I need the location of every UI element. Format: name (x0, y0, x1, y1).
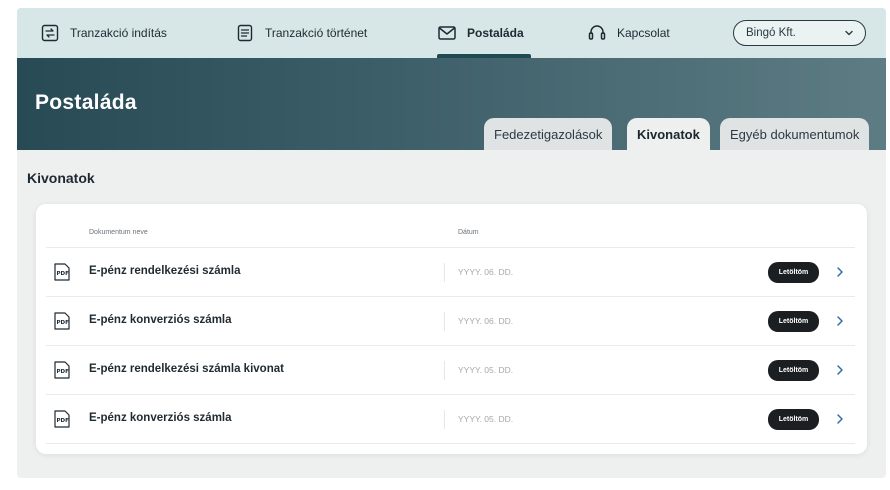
page-header: Postaláda Fedezetigazolások Kivonatok Eg… (17, 58, 886, 150)
chevron-right-icon[interactable] (835, 363, 845, 377)
tab-fedezetigazolasok[interactable]: Fedezetigazolások (484, 118, 613, 150)
table-row[interactable]: PDF E-pénz rendelkezési számla kivonat Y… (46, 345, 855, 394)
download-button[interactable]: Letöltöm (768, 409, 819, 430)
company-select[interactable]: Bingó Kft. (733, 20, 866, 46)
column-divider (444, 263, 445, 282)
svg-text:PDF: PDF (57, 369, 70, 375)
svg-text:PDF: PDF (57, 418, 70, 424)
download-button[interactable]: Letöltöm (768, 262, 819, 283)
nav-item-mailbox[interactable]: Postaláda (437, 8, 524, 58)
nav-item-transaction-history[interactable]: Tranzakció történet (235, 8, 367, 58)
pdf-icon: PDF (54, 263, 70, 281)
chevron-right-icon[interactable] (835, 314, 845, 328)
table-row[interactable]: PDF E-pénz konverziós számla YYYY. 06. D… (46, 296, 855, 345)
column-header-date: Dátum (458, 229, 479, 236)
table-row[interactable]: PDF E-pénz konverziós számla YYYY. 05. D… (46, 394, 855, 443)
pdf-icon: PDF (54, 361, 70, 379)
company-select-value: Bingó Kft. (746, 27, 796, 39)
nav-item-label: Postaláda (467, 26, 524, 40)
document-name: E-pénz rendelkezési számla kivonat (89, 363, 284, 375)
table-bottom-divider (46, 443, 855, 444)
tab-egyeb-dokumentumok[interactable]: Egyéb dokumentumok (720, 118, 870, 150)
chevron-right-icon[interactable] (835, 265, 845, 279)
document-date: YYYY. 06. DD. (458, 267, 514, 277)
document-name: E-pénz konverziós számla (89, 412, 232, 424)
pdf-icon: PDF (54, 410, 70, 428)
table-row[interactable]: PDF E-pénz rendelkezési számla YYYY. 06.… (46, 247, 855, 296)
document-name: E-pénz rendelkezési számla (89, 265, 241, 277)
document-list-icon (235, 23, 255, 43)
chevron-down-icon (843, 27, 855, 39)
transfer-icon (40, 23, 60, 43)
nav-item-label: Kapcsolat (617, 26, 670, 40)
column-divider (444, 361, 445, 380)
document-date: YYYY. 06. DD. (458, 316, 514, 326)
download-button[interactable]: Letöltöm (768, 360, 819, 381)
tab-kivonatok[interactable]: Kivonatok (627, 118, 710, 150)
document-date: YYYY. 05. DD. (458, 414, 514, 424)
page-title: Postaláda (35, 91, 137, 114)
chevron-right-icon[interactable] (835, 412, 845, 426)
nav-item-transaction-start[interactable]: Tranzakció indítás (40, 8, 167, 58)
top-navigation: Tranzakció indítás Tranzakció történet P… (17, 8, 886, 58)
nav-item-label: Tranzakció indítás (70, 26, 167, 40)
headset-icon (587, 23, 607, 43)
document-name: E-pénz konverziós számla (89, 314, 232, 326)
column-header-name: Dokumentum neve (89, 229, 148, 236)
pdf-icon: PDF (54, 312, 70, 330)
column-divider (444, 312, 445, 331)
nav-item-label: Tranzakció történet (265, 26, 368, 40)
envelope-icon (437, 23, 457, 43)
nav-item-contact[interactable]: Kapcsolat (587, 8, 670, 58)
column-divider (444, 410, 445, 429)
documents-card: Dokumentum neve Dátum PDF E-pénz rendelk… (36, 204, 867, 454)
download-button[interactable]: Letöltöm (768, 311, 819, 332)
svg-text:PDF: PDF (57, 271, 70, 277)
svg-text:PDF: PDF (57, 320, 70, 326)
document-date: YYYY. 05. DD. (458, 365, 514, 375)
section-title: Kivonatok (27, 170, 95, 186)
app-frame: Tranzakció indítás Tranzakció történet P… (17, 8, 886, 478)
